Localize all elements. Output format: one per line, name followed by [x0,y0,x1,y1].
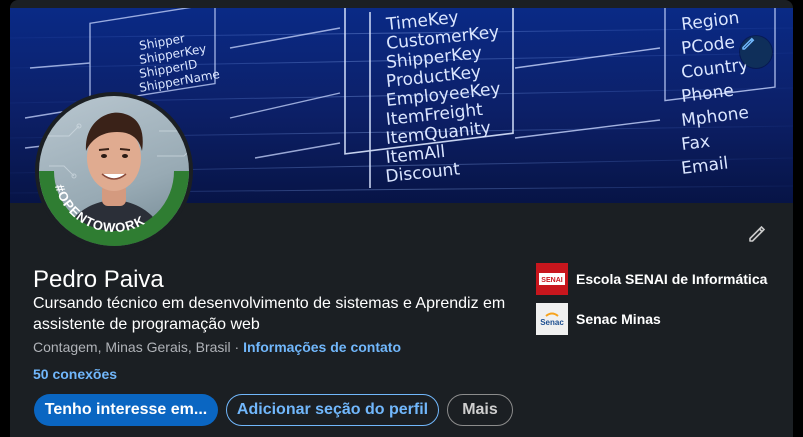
banner-field-label: Country [680,55,749,83]
education-item[interactable]: Senac Senac Minas [536,303,661,335]
profile-headline: Cursando técnico em desenvolvimento de s… [33,295,506,333]
senai-logo: SENAI [536,263,568,295]
location-text: Contagem, Minas Gerais, Brasil [33,339,231,355]
profile-card: Shipper ShipperKey ShipperID ShipperName Ti… [10,0,793,437]
senai-logo-text: SENAI [541,277,562,284]
senac-logo: Senac [536,303,568,335]
open-to-button[interactable]: Tenho interesse em... [34,394,218,426]
connections-link[interactable]: 50 conexões [33,366,117,382]
more-button[interactable]: Mais [447,394,513,426]
profile-photo[interactable]: #OPENTOWORK [35,92,193,250]
banner-field-label: Fax [680,132,711,155]
banner-edit-button[interactable] [740,36,772,68]
banner-field-label: Email [680,153,729,179]
contact-info-link[interactable]: Informações de contato [243,339,401,355]
location-separator: · [230,339,244,355]
profile-name: Pedro Paiva [33,266,164,293]
education-name: Escola SENAI de Informática [576,271,768,287]
pencil-icon [746,223,768,250]
profile-location-line: Contagem, Minas Gerais, Brasil · Informa… [33,339,401,355]
education-name: Senac Minas [576,311,661,327]
banner-field-label: Region [680,8,740,35]
add-profile-section-button[interactable]: Adicionar seção do perfil [226,394,439,426]
open-to-work-frame: #OPENTOWORK [39,170,189,246]
senac-logo-text: Senac [540,318,564,327]
banner-field-label: Phone [680,81,735,107]
banner-field-label: PCode [680,33,736,59]
profile-edit-button[interactable] [743,222,771,250]
education-item[interactable]: SENAI Escola SENAI de Informática [536,263,767,295]
